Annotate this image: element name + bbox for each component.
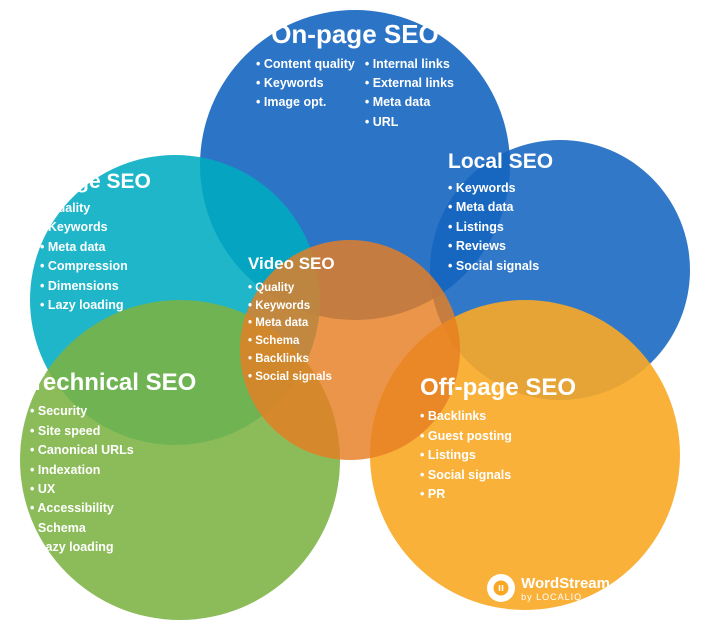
diagram-container: On-page SEO Content quality Keywords Ima…: [0, 0, 720, 632]
wordstream-icon: [487, 574, 515, 602]
wordstream-sub: by LOCALIQ: [521, 592, 610, 602]
wordstream-text: WordStream by LOCALIQ: [521, 575, 610, 602]
circle-video: [240, 240, 460, 460]
wordstream-name: WordStream: [521, 575, 610, 592]
wordstream-branding: WordStream by LOCALIQ: [487, 574, 610, 602]
wordstream-logo-svg: [492, 579, 510, 597]
